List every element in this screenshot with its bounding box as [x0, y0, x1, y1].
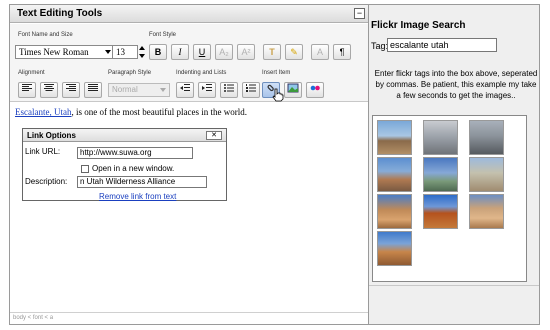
content-link[interactable]: Escalante, Utah [15, 107, 71, 117]
font-name-select[interactable]: Times New Roman [15, 45, 115, 59]
panel-divider [369, 285, 539, 286]
chevron-down-icon [105, 50, 111, 54]
dialog-title: Link Options [27, 131, 76, 140]
chevron-down-icon [160, 88, 166, 92]
link-options-dialog: Link Options ✕ Link URL: http://www.suwa… [22, 128, 227, 201]
arrow-up-icon[interactable] [139, 46, 145, 50]
indenting-label: Indenting and Lists [176, 70, 227, 76]
font-color-button[interactable]: A [311, 44, 329, 60]
insert-image-button[interactable] [284, 82, 302, 98]
image-thumbnail[interactable] [423, 120, 458, 155]
image-thumbnail[interactable] [423, 194, 458, 229]
indent-icon [202, 84, 212, 91]
clear-format-button[interactable]: T [263, 44, 281, 60]
insert-flickr-button[interactable] [306, 82, 324, 98]
align-justify-button[interactable] [84, 82, 102, 98]
editor-content[interactable]: Escalante, Utah, is one of the most beau… [15, 107, 365, 117]
content-text: , is one of the most beautiful places in… [71, 107, 247, 117]
url-label: Link URL: [25, 147, 61, 156]
arrow-down-icon[interactable] [139, 54, 145, 58]
numbered-list-button[interactable] [242, 82, 260, 98]
image-thumbnail[interactable] [377, 120, 412, 155]
hand-cursor-icon [272, 88, 284, 102]
dialog-titlebar: Link Options ✕ [23, 129, 226, 142]
italic-button[interactable]: I [171, 44, 189, 60]
indent-button[interactable] [198, 82, 216, 98]
description-label: Description: [25, 177, 68, 186]
editor-title: Text Editing Tools [17, 8, 103, 19]
outdent-button[interactable] [176, 82, 194, 98]
url-input[interactable]: http://www.suwa.org [77, 147, 193, 159]
highlight-button[interactable]: ✎ [285, 44, 303, 60]
image-results [372, 115, 527, 282]
remove-link-button[interactable]: Remove link from text [99, 192, 176, 201]
paragraph-style-label: Paragraph Style [108, 70, 152, 76]
status-bar: body < font < a [10, 312, 368, 324]
flickr-icon [310, 85, 320, 91]
superscript-button[interactable]: A² [237, 44, 255, 60]
tag-label: Tag: [371, 41, 389, 51]
image-thumbnail[interactable] [423, 157, 458, 192]
numbered-list-icon [246, 84, 256, 92]
tag-input[interactable]: escalante utah [387, 38, 497, 52]
paragraph-style-select[interactable]: Normal [108, 83, 170, 97]
description-input[interactable]: n Utah Wilderness Alliance [77, 176, 207, 188]
align-right-icon [66, 84, 76, 91]
insert-item-label: Insert Item [262, 70, 291, 76]
show-source-button[interactable]: ¶ [333, 44, 351, 60]
image-thumbnail[interactable] [377, 194, 412, 229]
image-thumbnail[interactable] [377, 231, 412, 266]
image-thumbnail[interactable] [469, 194, 504, 229]
align-center-button[interactable] [40, 82, 58, 98]
align-left-icon [22, 84, 32, 91]
align-center-icon [44, 84, 54, 91]
new-window-checkbox[interactable] [81, 165, 89, 173]
outdent-icon [180, 84, 190, 91]
flickr-help-text: Enter flickr tags into the box above, se… [374, 69, 538, 100]
alignment-label: Alignment [18, 70, 45, 76]
toolbar: Font Name and Size Font Style Times New … [10, 24, 368, 102]
image-icon [287, 83, 299, 93]
bold-button[interactable]: B [149, 44, 167, 60]
editor-titlebar: Text Editing Tools − [10, 5, 368, 23]
text-editing-panel: Text Editing Tools − Font Name and Size … [9, 4, 369, 325]
font-name-value: Times New Roman [19, 47, 89, 57]
new-window-label: Open in a new window. [92, 164, 175, 173]
underline-button[interactable]: U [193, 44, 211, 60]
align-justify-icon [88, 84, 98, 91]
align-left-button[interactable] [18, 82, 36, 98]
font-size-stepper[interactable] [139, 45, 145, 59]
collapse-button[interactable]: − [354, 8, 365, 19]
image-thumbnail[interactable] [469, 120, 504, 155]
bullet-list-button[interactable] [220, 82, 238, 98]
image-thumbnail[interactable] [469, 157, 504, 192]
font-size-field[interactable]: 13 [112, 45, 138, 59]
subscript-button[interactable]: A₂ [215, 44, 233, 60]
align-right-button[interactable] [62, 82, 80, 98]
font-style-label: Font Style [149, 32, 177, 38]
flickr-panel: Flickr Image Search Tag: escalante utah … [368, 4, 540, 325]
font-name-size-label: Font Name and Size [18, 32, 73, 38]
font-size-value: 13 [116, 47, 125, 57]
bullet-list-icon [224, 84, 234, 92]
image-thumbnail[interactable] [377, 157, 412, 192]
paragraph-style-value: Normal [112, 85, 138, 94]
close-button[interactable]: ✕ [206, 131, 222, 140]
flickr-title: Flickr Image Search [371, 20, 466, 31]
